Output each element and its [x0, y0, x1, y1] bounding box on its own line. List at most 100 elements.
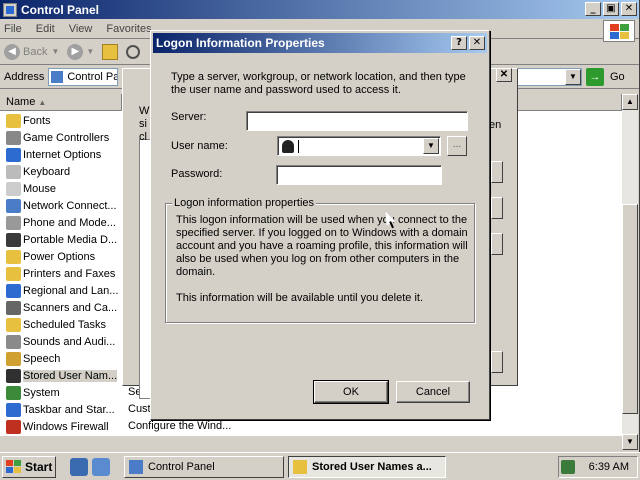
list-item[interactable]: Portable Media D... — [0, 231, 122, 248]
browse-button[interactable]: ... — [447, 136, 467, 156]
item-icon — [6, 334, 21, 349]
list-item[interactable]: Power Options — [0, 248, 122, 265]
password-input[interactable] — [276, 165, 442, 185]
item-icon — [6, 419, 21, 434]
back-arrow-icon: ◀ — [4, 43, 20, 60]
item-label: Network Connect... — [23, 199, 117, 212]
groupbox-note: This information will be available until… — [176, 292, 424, 304]
quick-launch-ie-icon[interactable] — [70, 457, 88, 476]
item-icon — [6, 164, 21, 179]
list-item[interactable]: Stored User Nam... — [0, 367, 122, 384]
address-input[interactable]: Control Panel — [48, 67, 119, 86]
list-item[interactable]: Fonts — [0, 112, 122, 129]
list-item[interactable]: Mouse — [0, 180, 122, 197]
taskbar-control-panel[interactable]: Control Panel — [124, 455, 284, 478]
item-label: Internet Options — [23, 148, 102, 161]
search-button[interactable] — [126, 44, 141, 59]
list-item[interactable]: Internet Options — [0, 146, 122, 163]
forward-dropdown-icon[interactable]: ▼ — [86, 47, 94, 56]
item-label: Stored User Nam... — [23, 369, 118, 382]
item-label: Keyboard — [23, 165, 71, 178]
dialog-title: Logon Information Properties — [156, 36, 325, 50]
logon-information-dialog: Logon Information Properties ? ✕ Type a … — [150, 30, 490, 420]
dialog-text-fragment: en — [489, 119, 502, 131]
go-button[interactable]: → Go — [586, 68, 625, 86]
properties-button[interactable] — [491, 233, 503, 255]
clock[interactable]: 6:39 AM — [589, 461, 629, 473]
menu-favorites[interactable]: Favorites — [106, 23, 151, 35]
item-icon — [6, 351, 21, 366]
scroll-down-icon[interactable]: ▼ — [622, 434, 638, 450]
item-label: Portable Media D... — [23, 233, 118, 246]
list-item[interactable]: Scheduled Tasks — [0, 316, 122, 333]
list-item[interactable]: Scanners and Ca... — [0, 299, 122, 316]
windows-logo-icon — [603, 20, 635, 42]
taskbar: Start Control Panel Stored User Names a.… — [0, 452, 640, 480]
start-button[interactable]: Start — [2, 455, 56, 478]
back-label: Back — [23, 45, 48, 58]
item-icon — [6, 130, 21, 145]
menu-file[interactable]: File — [4, 23, 22, 35]
up-folder-button[interactable] — [102, 43, 119, 60]
address-dropdown-icon[interactable]: ▼ — [565, 69, 581, 85]
cancel-button[interactable]: Cancel — [396, 381, 470, 403]
list-item[interactable]: System — [0, 384, 122, 401]
back-button[interactable]: ◀ Back ▼ — [4, 43, 59, 60]
quick-launch-desktop-icon[interactable] — [92, 457, 110, 476]
list-item[interactable]: Game Controllers — [0, 129, 122, 146]
list-item[interactable]: Phone and Mode... — [0, 214, 122, 231]
list-item[interactable]: Taskbar and Star... — [0, 401, 122, 418]
control-panel-titlebar[interactable]: Control Panel _ ▣ ✕ — [0, 0, 639, 19]
task-label: Control Panel — [148, 460, 215, 473]
forward-button[interactable]: ▶ ▼ — [67, 43, 94, 60]
control-panel-icon — [3, 2, 17, 17]
close-button[interactable]: ✕ — [621, 2, 637, 16]
list-item[interactable]: Sounds and Audi... — [0, 333, 122, 350]
list-item[interactable]: Speech — [0, 350, 122, 367]
item-label: Scheduled Tasks — [23, 318, 106, 331]
list-item[interactable]: Regional and Lan... — [0, 282, 122, 299]
taskbar-stored-user-names[interactable]: Stored User Names a... — [288, 455, 446, 478]
username-label: User name: — [171, 140, 228, 152]
vertical-scrollbar[interactable]: ▲ ▼ — [622, 94, 638, 450]
comment-cell: Configure the Wind... — [128, 420, 232, 432]
ok-button[interactable]: OK — [313, 380, 389, 404]
username-dropdown-icon[interactable]: ▼ — [423, 138, 439, 154]
list-item[interactable]: Windows Firewall — [0, 418, 122, 435]
item-icon — [6, 113, 21, 128]
help-button[interactable]: ? — [451, 36, 467, 50]
column-name[interactable]: Name ▲ — [0, 94, 122, 110]
stored-names-task-icon — [293, 459, 307, 474]
menu-edit[interactable]: Edit — [36, 23, 55, 35]
item-icon — [6, 249, 21, 264]
network-tray-icon[interactable] — [560, 460, 575, 474]
server-input[interactable] — [246, 111, 468, 131]
minimize-button[interactable]: _ — [585, 2, 601, 16]
server-label: Server: — [171, 111, 207, 123]
close-dialog-button[interactable] — [491, 351, 503, 373]
list-item[interactable]: Network Connect... — [0, 197, 122, 214]
back-dropdown-icon[interactable]: ▼ — [51, 47, 59, 56]
scroll-thumb[interactable] — [622, 204, 638, 414]
forward-arrow-icon: ▶ — [67, 43, 84, 60]
remove-button[interactable] — [491, 197, 503, 219]
dialog-instructions: Type a server, workgroup, or network loc… — [171, 71, 466, 96]
item-icon — [6, 232, 21, 247]
stored-names-close-icon[interactable]: ✕ — [496, 68, 512, 82]
dialog-close-button[interactable]: ✕ — [469, 36, 485, 50]
add-button[interactable] — [491, 161, 503, 183]
list-item[interactable]: Keyboard — [0, 163, 122, 180]
item-label: Phone and Mode... — [23, 216, 116, 229]
dialog-titlebar[interactable]: Logon Information Properties ? ✕ — [153, 33, 487, 53]
start-label: Start — [25, 459, 53, 474]
scroll-up-icon[interactable]: ▲ — [622, 94, 638, 110]
restore-button[interactable]: ▣ — [603, 2, 619, 16]
username-combobox[interactable]: ▼ — [277, 136, 441, 156]
item-icon — [6, 283, 21, 298]
item-label: Taskbar and Star... — [23, 403, 115, 416]
item-icon — [6, 266, 21, 281]
item-icon — [6, 181, 21, 196]
item-label: Mouse — [23, 182, 57, 195]
list-item[interactable]: Printers and Faxes — [0, 265, 122, 282]
menu-view[interactable]: View — [69, 23, 93, 35]
